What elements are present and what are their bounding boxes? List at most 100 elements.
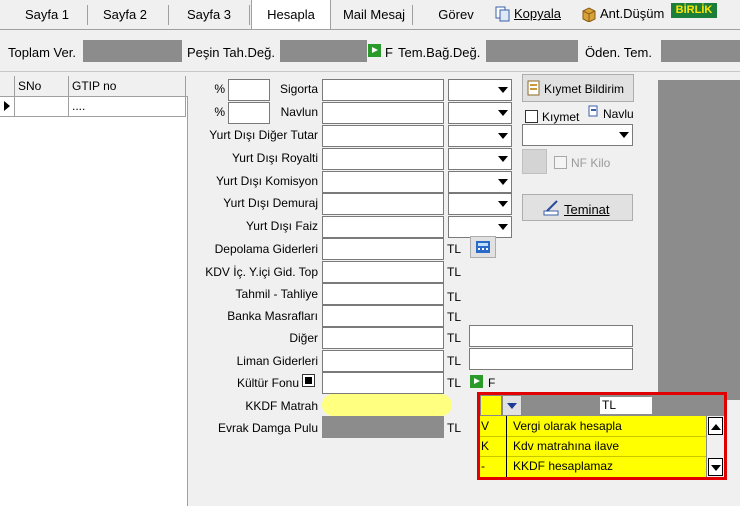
tab-sayfa-3[interactable]: Sayfa 3 bbox=[176, 0, 242, 30]
kkdf-combo-arrow[interactable] bbox=[502, 395, 522, 416]
value-notice-button[interactable]: Kıymet Bildirim bbox=[522, 74, 634, 102]
culture-input[interactable] bbox=[322, 372, 444, 394]
storage-label: Depolama Giderleri bbox=[214, 242, 318, 256]
insurance-currency-select[interactable] bbox=[448, 79, 512, 101]
other-label: Diğer bbox=[289, 331, 318, 345]
nf-kilo-checkbox[interactable] bbox=[554, 156, 567, 169]
stamp-field[interactable] bbox=[322, 416, 444, 438]
port-note-input[interactable] bbox=[469, 348, 633, 370]
kdv-domestic-label: KDV İç. Y.içi Gid. Top bbox=[205, 265, 318, 279]
tab-mail-mesaj[interactable]: Mail Mesaj bbox=[336, 0, 412, 30]
tab-separator bbox=[168, 5, 169, 25]
total-field[interactable] bbox=[83, 40, 182, 62]
interest-input[interactable] bbox=[322, 216, 444, 238]
list-item[interactable]: V Vergi olarak hesapla bbox=[480, 416, 706, 437]
demurrage-currency-select[interactable] bbox=[448, 193, 512, 215]
grid-header-sno: SNo bbox=[18, 79, 42, 93]
guarantee-button[interactable]: Teminat bbox=[522, 194, 633, 221]
bank-input[interactable] bbox=[322, 305, 444, 327]
dropdown-scrollbar[interactable] bbox=[706, 416, 724, 477]
total-label: Toplam Ver. bbox=[8, 45, 76, 60]
guarantee-field[interactable] bbox=[486, 40, 578, 62]
option-code: K bbox=[481, 439, 490, 453]
row-pointer-icon bbox=[4, 101, 10, 111]
culture-tl: TL bbox=[447, 376, 462, 390]
insurance-pct-input[interactable] bbox=[228, 79, 270, 101]
box-icon bbox=[582, 7, 596, 22]
freight-currency-select[interactable] bbox=[448, 102, 512, 124]
nf-kilo-label: NF Kilo bbox=[571, 156, 611, 170]
tab-hesapla[interactable]: Hesapla bbox=[251, 0, 331, 30]
freight-input[interactable] bbox=[322, 102, 444, 124]
bank-label: Banka Masrafları bbox=[227, 309, 318, 323]
document-icon bbox=[527, 80, 540, 96]
stamp-label: Evrak Damga Pulu bbox=[217, 421, 318, 435]
tab-sayfa-2[interactable]: Sayfa 2 bbox=[92, 0, 158, 30]
freight-label: Navlun bbox=[280, 105, 318, 119]
interest-label: Yurt Dışı Faiz bbox=[245, 219, 318, 233]
cash-flag: F bbox=[385, 45, 393, 60]
grid-cell-gtip: .... bbox=[72, 99, 86, 113]
other-amount-input[interactable] bbox=[322, 125, 444, 147]
kdv-domestic-input[interactable] bbox=[322, 261, 444, 283]
kkdf-input[interactable] bbox=[322, 394, 452, 416]
royalty-input[interactable] bbox=[322, 148, 444, 170]
kkdf-tl-box: TL bbox=[600, 397, 652, 414]
scroll-down-icon[interactable] bbox=[708, 458, 723, 476]
tab-gorev[interactable]: Görev bbox=[424, 0, 488, 30]
pct-label-2: % bbox=[214, 105, 225, 119]
scroll-up-icon[interactable] bbox=[708, 417, 723, 435]
other-input[interactable] bbox=[322, 327, 444, 349]
paid-label: Öden. Tem. bbox=[585, 45, 652, 60]
storage-input[interactable] bbox=[322, 238, 444, 260]
kkdf-combo[interactable]: TL bbox=[480, 395, 724, 416]
option-text: KKDF hesaplamaz bbox=[513, 459, 614, 473]
pen-icon bbox=[543, 200, 559, 216]
value-select[interactable] bbox=[522, 124, 633, 146]
cash-field[interactable] bbox=[280, 40, 367, 62]
demurrage-input[interactable] bbox=[322, 193, 444, 215]
guarantee-btn-label: Teminat bbox=[564, 202, 610, 217]
cash-flag-icon[interactable] bbox=[368, 44, 381, 57]
royalty-currency-select[interactable] bbox=[448, 148, 512, 170]
table-row[interactable]: .... bbox=[0, 96, 186, 117]
culture-checkbox[interactable] bbox=[302, 374, 315, 387]
commission-label: Yurt Dışı Komisyon bbox=[215, 174, 318, 188]
calculator-icon bbox=[476, 241, 490, 253]
interest-currency-select[interactable] bbox=[448, 216, 512, 238]
list-item[interactable]: K Kdv matrahına ilave bbox=[480, 436, 706, 457]
value-check-label: Kıymet bbox=[542, 110, 580, 124]
loading-input[interactable] bbox=[322, 283, 444, 305]
commission-input[interactable] bbox=[322, 171, 444, 193]
copy-label: Kopyala bbox=[514, 6, 561, 21]
freight-icon bbox=[588, 105, 598, 117]
commission-currency-select[interactable] bbox=[448, 171, 512, 193]
option-code: - bbox=[481, 459, 485, 473]
other-amount-currency-select[interactable] bbox=[448, 125, 512, 147]
kkdf-currency: TL bbox=[602, 398, 617, 412]
freight-button[interactable]: Navlu bbox=[582, 102, 634, 124]
dropdown-list[interactable]: V Vergi olarak hesapla K Kdv matrahına i… bbox=[480, 416, 724, 477]
guarantee-label: Tem.Bağ.Değ. bbox=[398, 45, 481, 60]
warehouse-label: Ant.Düşüm bbox=[600, 6, 665, 21]
tab-separator bbox=[87, 5, 88, 25]
insurance-label: Sigorta bbox=[279, 82, 318, 96]
culture-flag-icon[interactable] bbox=[470, 375, 483, 388]
calculator-button[interactable] bbox=[470, 236, 496, 258]
item-grid[interactable]: SNo GTIP no .... bbox=[0, 76, 188, 506]
tab-sayfa-1[interactable]: Sayfa 1 bbox=[14, 0, 80, 30]
insurance-input[interactable] bbox=[322, 79, 444, 101]
kkdf-combo-value bbox=[480, 395, 502, 416]
copy-button[interactable]: Kopyala bbox=[493, 4, 569, 24]
other-note-input[interactable] bbox=[469, 325, 633, 347]
port-input[interactable] bbox=[322, 350, 444, 372]
culture-label: Kültür Fonu bbox=[236, 376, 299, 390]
royalty-label: Yurt Dışı Royalti bbox=[231, 151, 318, 165]
nf-color-box[interactable] bbox=[522, 149, 547, 174]
list-item[interactable]: - KKDF hesaplamaz bbox=[480, 456, 706, 477]
value-checkbox[interactable] bbox=[525, 110, 538, 123]
birlik-logo[interactable]: BİRLİK bbox=[671, 3, 717, 18]
warehouse-button[interactable]: Ant.Düşüm bbox=[580, 4, 670, 24]
paid-field[interactable] bbox=[661, 40, 740, 62]
freight-pct-input[interactable] bbox=[228, 102, 270, 124]
